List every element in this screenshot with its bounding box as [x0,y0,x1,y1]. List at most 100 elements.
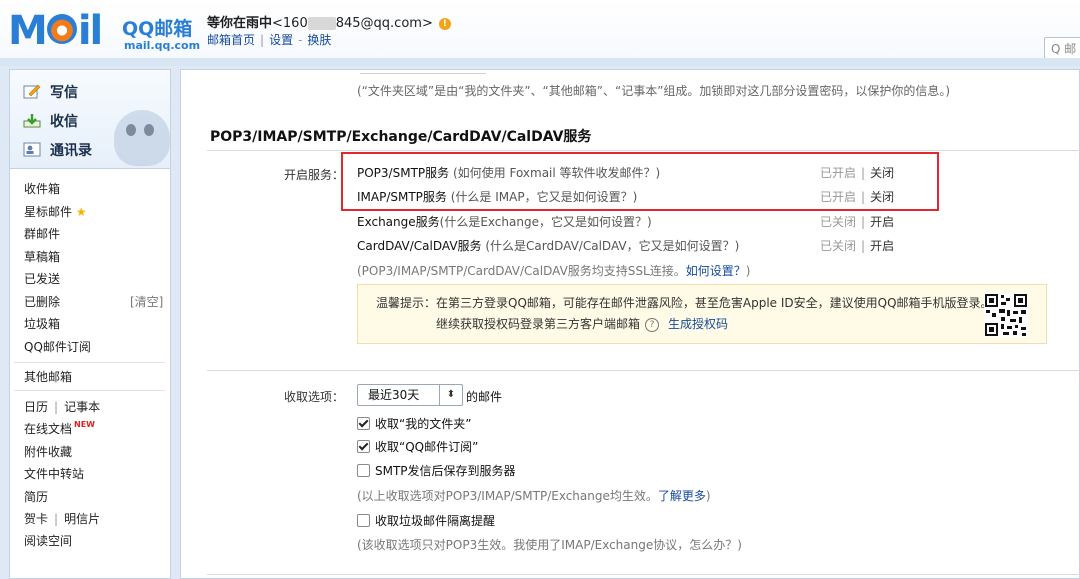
service-row-exchange: Exchange服务(什么是Exchange，它又是如何设置？) [357,213,652,230]
sidebar-item-calendar-notebook: 日历 | 记事本 [24,398,100,415]
divider [207,150,1080,151]
learn-more-link[interactable]: 了解更多 [658,489,706,503]
sidebar-item-file-transfer[interactable]: 文件中转站 [24,465,84,482]
sidebar-item-attachments[interactable]: 附件收藏 [24,443,72,460]
tip-auth-line: 继续获取授权码登录第三方客户端邮箱? 生成授权码 [436,315,728,332]
inbox-download-icon [23,114,41,128]
sidebar-item-inbox[interactable]: 收件箱 [24,180,60,197]
checkbox-label: 收取“QQ邮件订阅” [375,440,479,454]
tip-auth-text: 继续获取授权码登录第三方客户端邮箱 [436,317,641,331]
sidebar-item-postcards[interactable]: 明信片 [64,512,100,526]
sidebar-item-notebook[interactable]: 记事本 [64,400,100,414]
spam-notice-checkbox[interactable] [357,514,370,527]
service-help-link[interactable]: (什么是Exchange，它又是如何设置？) [440,215,652,229]
clear-trash-link[interactable]: [清空] [130,293,163,310]
checkbox-row-smtp-save[interactable]: SMTP发信后保存到服务器 [357,462,516,479]
checkbox-row-spam-notice[interactable]: 收取垃圾邮件隔离提醒 [357,512,495,529]
sidebar-item-reading[interactable]: 阅读空间 [24,532,72,549]
ssl-howto-link[interactable]: 如何设置？ [686,264,746,278]
divider [207,370,1080,371]
sidebar-item-spam[interactable]: 垃圾箱 [24,315,60,332]
service-label: 开启服务： [284,168,345,182]
service-name: Exchange服务 [357,215,440,229]
receive-range-select[interactable]: 最近30天 ⬍ [357,384,463,406]
compose-icon [23,84,41,99]
star-icon: ★ [75,205,87,219]
myfolders-checkbox[interactable] [357,417,370,430]
warning-icon[interactable]: ! [438,17,451,30]
service-status-exchange: 已关闭 | 开启 [820,213,894,230]
sidebar-item-label: 星标邮件 [24,205,73,219]
select-value: 最近30天 [368,388,420,402]
ssl-note-end: ) [745,264,751,278]
sidebar-item-label: 在线文档 [24,422,73,436]
service-status-carddav: 已关闭 | 开启 [820,237,894,254]
contacts-button[interactable]: 通讯录 [23,140,92,160]
divider [360,73,486,74]
checkbox-label: 收取“我的文件夹” [375,417,472,431]
write-button[interactable]: 写信 [23,82,78,102]
enable-exchange-button[interactable]: 开启 [870,215,894,229]
receive-suffix: 的邮件 [466,390,503,404]
checkbox-label: SMTP发信后保存到服务器 [375,464,516,478]
warning-tip-box: 温馨提示：在第三方登录QQ邮箱，可能存在邮件泄露风险，甚至危害Apple ID安… [357,284,1047,344]
sidebar-item-docs[interactable]: 在线文档 NEW [24,420,95,437]
receive-label: 收信 [50,114,78,130]
sidebar-item-other-mailboxes[interactable]: 其他邮箱 [24,368,72,385]
logo-wordmark: Mil [8,8,103,54]
status-text: 已关闭 [820,239,857,253]
sidebar-item-sent[interactable]: 已发送 [24,270,60,287]
sidebar-item-subscriptions[interactable]: QQ邮件订阅 [24,338,91,355]
sidebar-item-starred[interactable]: 星标邮件 ★ [24,203,87,220]
sidebar-item-calendar[interactable]: 日历 [24,400,48,414]
account-info: 等你在雨中<160 845@qq.com>! [207,12,451,31]
checkbox-label: 收取垃圾邮件隔离提醒 [375,514,496,528]
email-prefix: <160 [272,16,308,31]
sidebar-item-label: 已删除 [24,295,61,309]
checkbox-row-myfolders[interactable]: 收取“我的文件夹” [357,415,471,432]
skin-link[interactable]: 换肤 [307,33,331,47]
sidebar-item-drafts[interactable]: 草稿箱 [24,248,60,265]
sidebar-item-greeting-cards[interactable]: 贺卡 [24,512,48,526]
qq-mail-logo[interactable]: Mil QQ邮箱 mail.qq.com [8,8,200,56]
separator: | [54,512,59,526]
help-icon[interactable]: ? [645,317,660,332]
settings-link[interactable]: 设置 [269,33,293,47]
header-divider [0,58,1080,66]
receive-button[interactable]: 收信 [23,111,78,131]
qr-code-icon [984,293,1028,337]
divider [207,574,1080,575]
separator: | [260,33,265,47]
generate-auth-code-link[interactable]: 生成授权码 [668,317,728,331]
checkbox-row-subscriptions[interactable]: 收取“QQ邮件订阅” [357,438,478,455]
sidebar-item-cards: 贺卡 | 明信片 [24,510,100,527]
search-input[interactable]: Q 邮 [1044,37,1080,59]
ssl-note: (POP3/IMAP/SMTP/CardDAV/CalDAV服务均支持SSL连接… [357,262,750,279]
options-note: (以上收取选项对POP3/IMAP/SMTP/Exchange均生效。了解更多) [357,487,711,504]
logo-eye-icon [46,14,77,44]
email-mask [307,17,336,30]
new-badge: NEW [74,420,95,429]
tip-text: 温馨提示：在第三方登录QQ邮箱，可能存在邮件泄露风险，甚至危害Apple ID安… [376,296,993,310]
smtp-save-checkbox[interactable] [357,464,370,477]
sidebar-item-group[interactable]: 群邮件 [24,225,60,242]
options-note-end: ) [705,489,711,503]
subscriptions-checkbox[interactable] [357,440,370,453]
service-name: CardDAV/CalDAV服务 [357,239,482,253]
section-title: POP3/IMAP/SMTP/Exchange/CardDAV/CalDAV服务 [210,129,592,145]
mail-home-link[interactable]: 邮箱首页 [207,33,255,47]
separator: | [861,215,866,229]
separator: | [861,239,866,253]
service-help-link[interactable]: (什么是CardDAV/CalDAV，它又是如何设置？) [485,239,739,253]
enable-carddav-button[interactable]: 开启 [870,239,894,253]
quick-actions: 写信 收信 通讯录 [10,70,170,169]
write-label: 写信 [50,85,78,101]
sidebar-item-resume[interactable]: 简历 [24,488,48,505]
receive-options-label: 收取选项： [284,390,345,404]
sidebar-item-deleted[interactable]: 已删除 [清空] [24,293,163,310]
folder-lock-note: (“文件夹区域”是由“我的文件夹”、“其他邮箱”、“记事本”组成。加锁即对这几部… [357,84,951,98]
ssl-note-text: (POP3/IMAP/SMTP/CardDAV/CalDAV服务均支持SSL连接… [357,264,686,278]
status-text: 已关闭 [820,215,857,229]
logo-domain: mail.qq.com [124,39,201,52]
nickname: 等你在雨中 [207,16,273,31]
